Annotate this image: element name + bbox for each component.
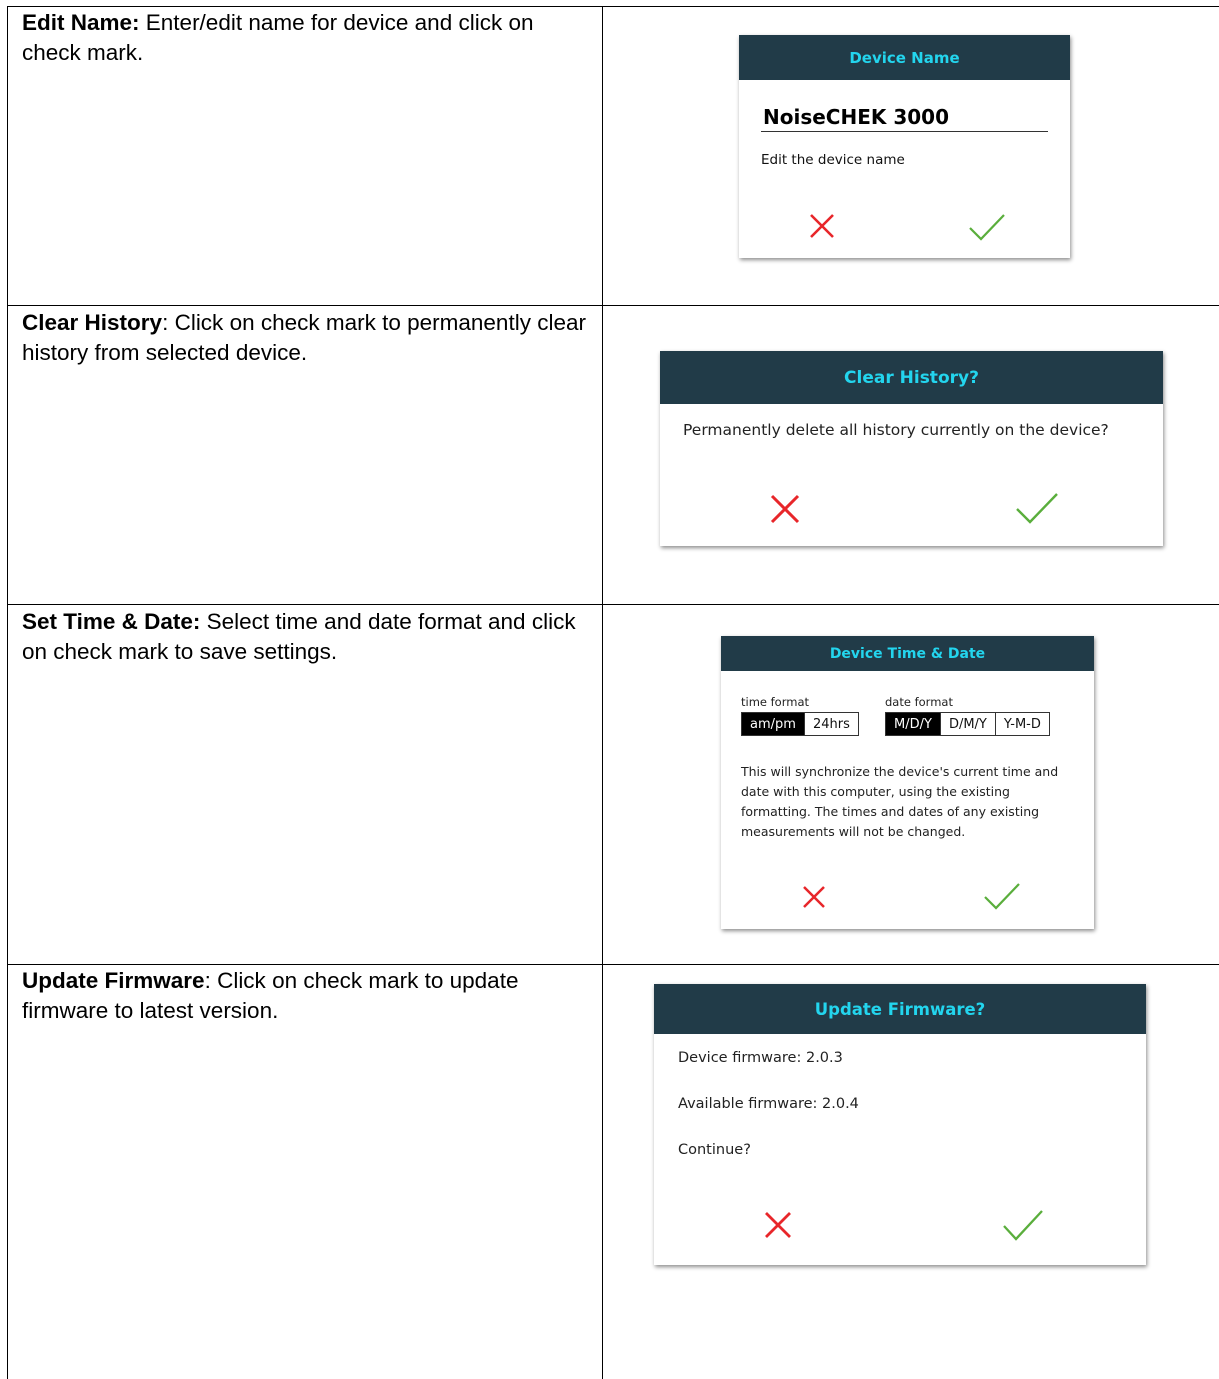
sync-message: This will synchronize the device's curre… (741, 764, 1059, 839)
check-icon (1016, 493, 1058, 524)
dialog-header: Clear History? (660, 351, 1163, 404)
date-option-ymd[interactable]: Y-M-D (994, 713, 1049, 735)
dialog-title: Clear History? (844, 367, 979, 388)
device-name-dialog: Device Name NoiseCHEK 3000 Edit the devi… (739, 35, 1070, 258)
time-format-label: time format (741, 695, 810, 709)
device-time-date-dialog: Device Time & Date time format am/pm 24h… (721, 636, 1094, 929)
cancel-button[interactable] (764, 1211, 792, 1239)
confirm-button[interactable] (968, 213, 1006, 241)
x-icon (770, 494, 800, 524)
update-firmware-title: Update Firmware (22, 968, 205, 993)
time-option-24hrs[interactable]: 24hrs (803, 713, 858, 735)
edit-name-title: Edit Name: (22, 10, 140, 35)
time-format-selector: am/pm 24hrs (741, 712, 859, 736)
dialog-header: Device Time & Date (721, 636, 1094, 671)
date-format-label: date format (885, 695, 953, 709)
check-icon (984, 883, 1020, 910)
device-name-input[interactable]: NoiseCHEK 3000 (763, 105, 949, 129)
update-firmware-description: Update Firmware: Click on check mark to … (22, 966, 592, 1026)
column-divider (602, 6, 603, 1379)
dialog-header: Update Firmware? (654, 984, 1146, 1034)
date-format-selector: M/D/Y D/M/Y Y-M-D (885, 712, 1050, 736)
edit-name-description: Edit Name: Enter/edit name for device an… (22, 8, 592, 68)
check-icon (1003, 1210, 1043, 1241)
update-firmware-dialog: Update Firmware? Device firmware: 2.0.3 … (654, 984, 1146, 1265)
set-time-date-title: Set Time & Date: (22, 609, 201, 634)
x-icon (803, 886, 825, 908)
set-time-date-description: Set Time & Date: Select time and date fo… (22, 607, 592, 667)
date-option-mdy[interactable]: M/D/Y (886, 713, 940, 735)
date-option-dmy[interactable]: D/M/Y (939, 713, 995, 735)
row-divider-1 (7, 305, 1219, 306)
cancel-button[interactable] (802, 885, 826, 909)
table-border-top (7, 6, 1219, 7)
cancel-button[interactable] (770, 494, 800, 524)
dialog-title: Update Firmware? (814, 999, 986, 1019)
dialog-header: Device Name (739, 35, 1070, 80)
device-firmware-text: Device firmware: 2.0.3 (678, 1050, 843, 1066)
row-divider-3 (7, 964, 1219, 965)
confirm-button[interactable] (1015, 492, 1059, 524)
cancel-button[interactable] (809, 213, 835, 239)
device-name-hint: Edit the device name (761, 152, 905, 168)
dialog-title: Device Name (849, 48, 960, 67)
table-border-left (7, 6, 8, 1379)
available-firmware-text: Available firmware: 2.0.4 (678, 1096, 859, 1112)
clear-history-message: Permanently delete all history currently… (683, 421, 1109, 439)
dialog-title: Device Time & Date (829, 645, 986, 662)
time-option-am-pm[interactable]: am/pm (742, 713, 804, 735)
x-icon (765, 1212, 791, 1238)
continue-text: Continue? (678, 1142, 751, 1158)
x-icon (810, 214, 834, 238)
clear-history-dialog: Clear History? Permanently delete all hi… (660, 351, 1163, 546)
input-underline (761, 131, 1048, 132)
row-divider-2 (7, 604, 1219, 605)
confirm-button[interactable] (983, 882, 1021, 910)
clear-history-description: Clear History: Click on check mark to pe… (22, 308, 592, 368)
check-icon (969, 214, 1005, 241)
confirm-button[interactable] (1002, 1209, 1044, 1241)
clear-history-title: Clear History (22, 310, 163, 335)
